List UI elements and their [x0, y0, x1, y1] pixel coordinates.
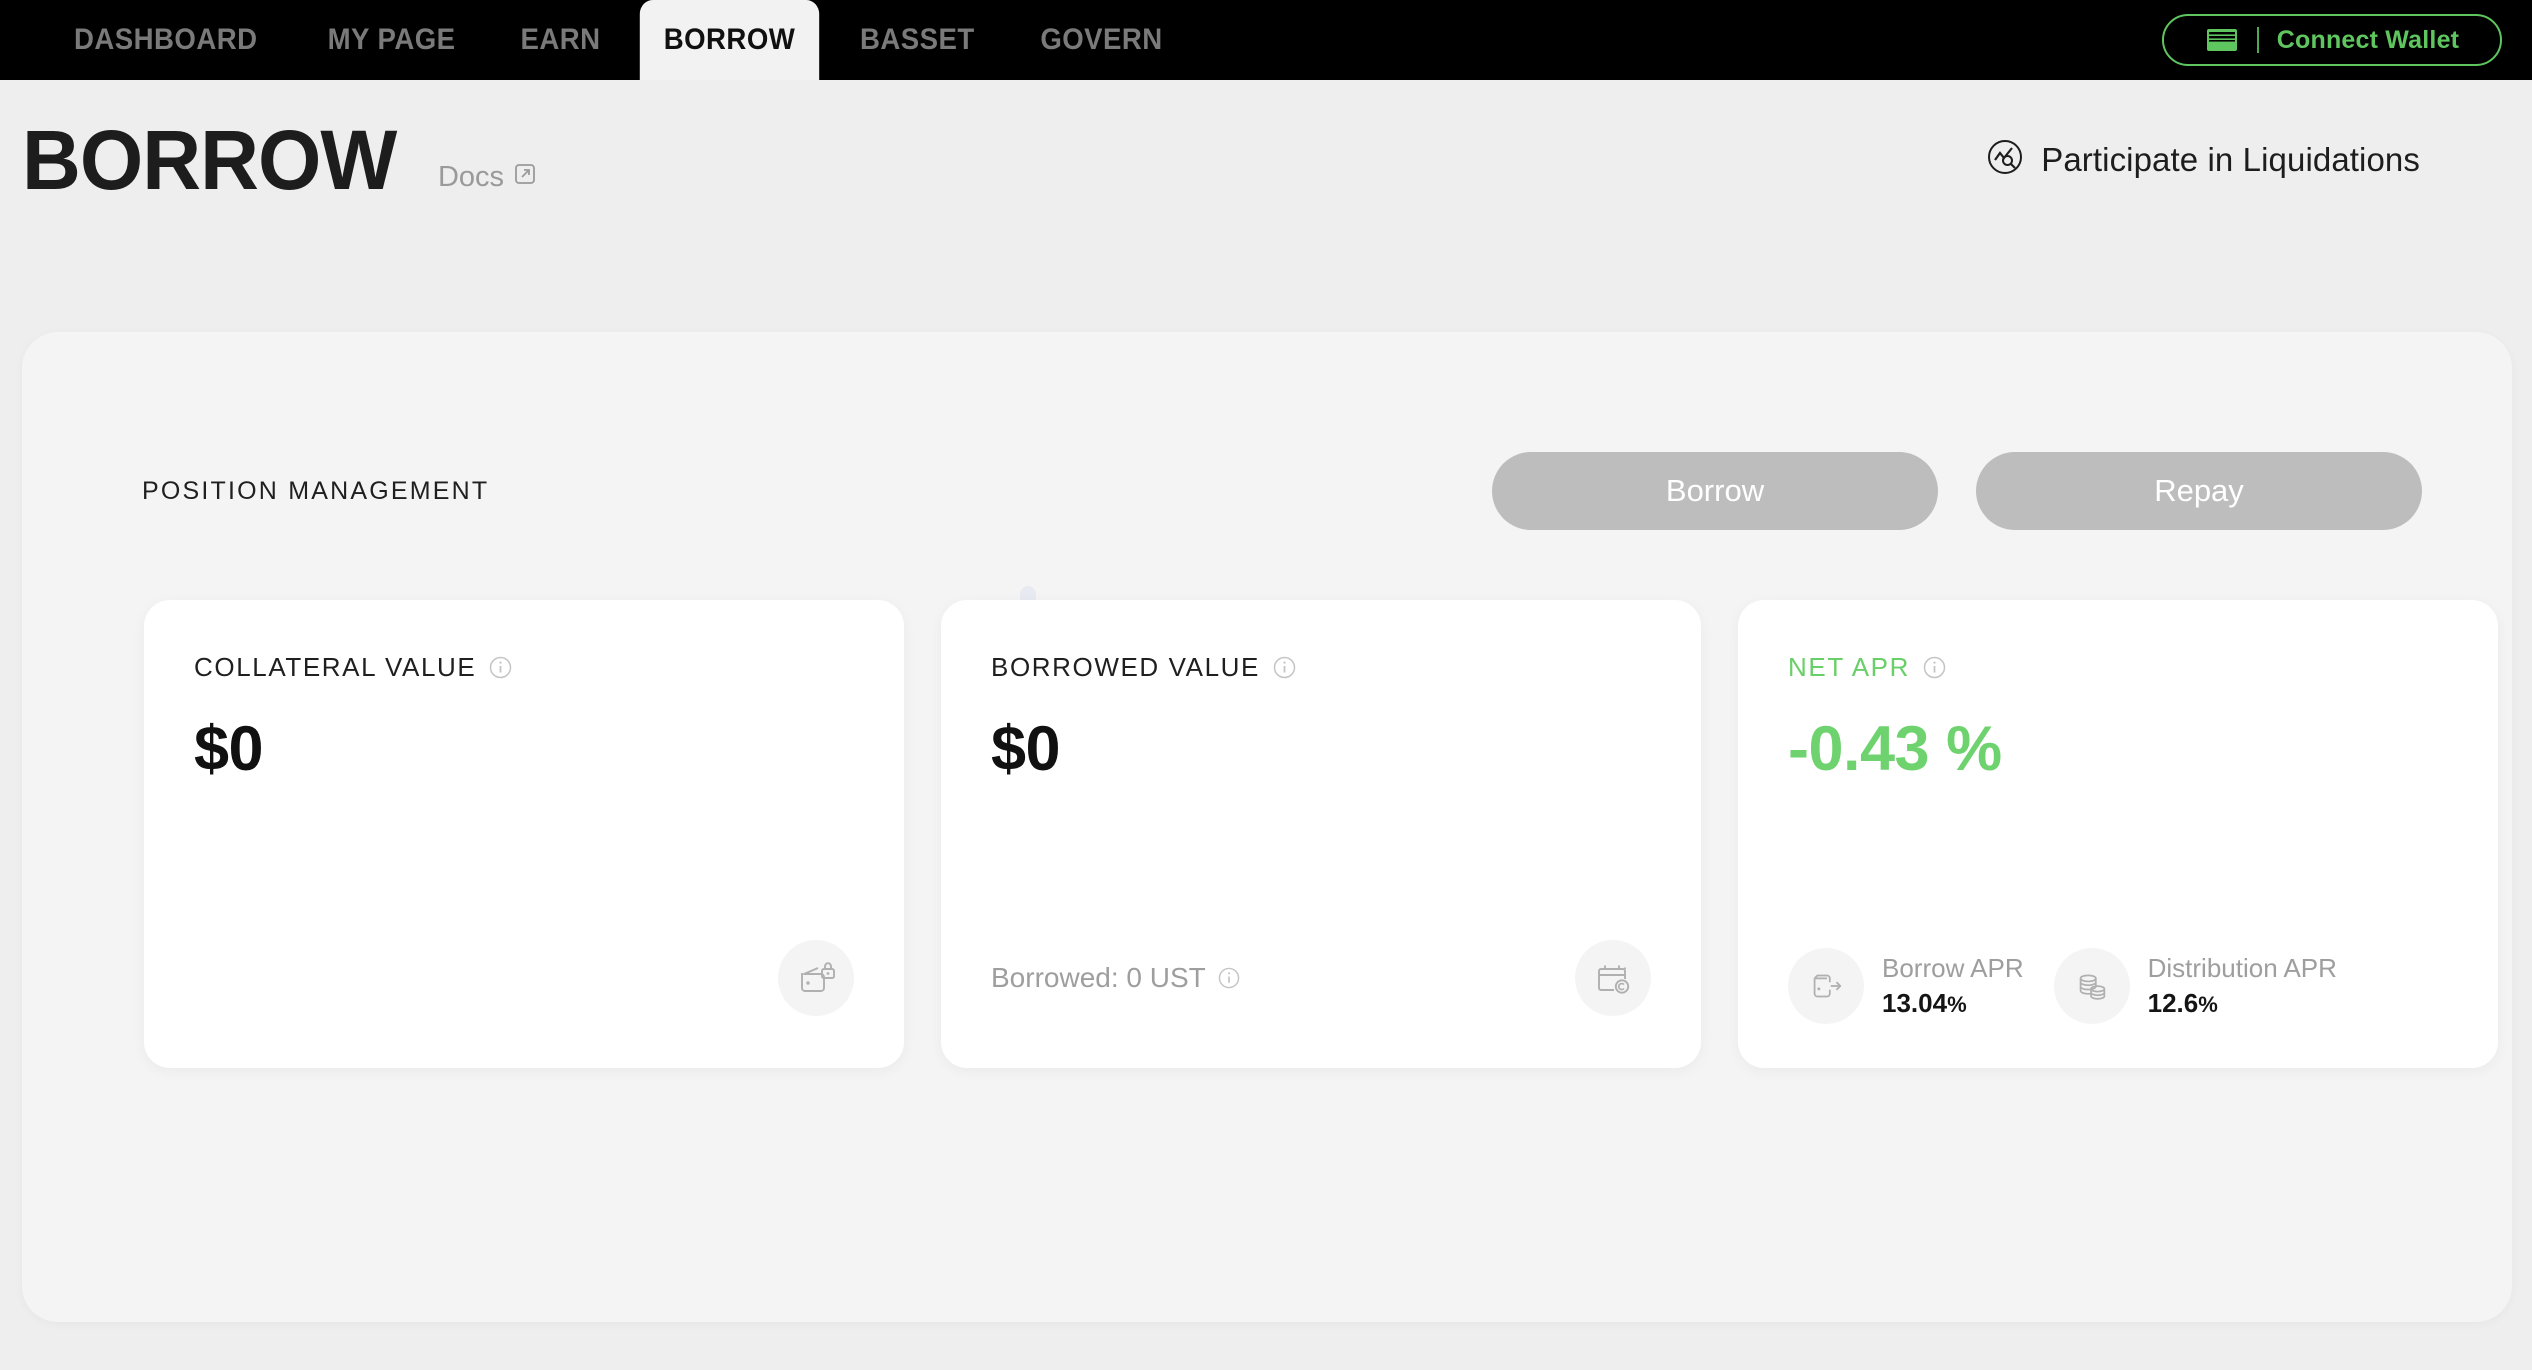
nav-tab-label: EARN — [520, 23, 601, 56]
borrow-button[interactable]: Borrow — [1492, 452, 1938, 530]
page-title-row: BORROW Docs — [22, 118, 537, 202]
borrowed-amount-row: Borrowed: 0 UST — [991, 962, 1240, 994]
collateral-value-card: COLLATERAL VALUE $0 — [144, 600, 904, 1068]
docs-label: Docs — [437, 161, 505, 193]
external-link-icon — [513, 161, 537, 194]
distribution-apr-value: 12.6% — [2148, 988, 2337, 1019]
page-header: BORROW Docs Participate in Liquidations — [0, 110, 2532, 250]
card-label-row: NET APR — [1788, 652, 2448, 683]
calendar-coin-icon — [1575, 940, 1651, 1016]
card-footer — [194, 940, 854, 1016]
card-footer: Borrowed: 0 UST — [991, 940, 1651, 1016]
distribution-apr-name: Distribution APR — [2147, 953, 2337, 983]
net-apr-label: NET APR — [1788, 652, 1910, 682]
action-buttons: Borrow Repay — [1492, 452, 2422, 530]
info-icon[interactable] — [1218, 967, 1240, 989]
borrowed-value-label: BORROWED VALUE — [991, 652, 1260, 682]
nav-tab-label: GOVERN — [1040, 23, 1163, 56]
participate-in-liquidations-link[interactable]: Participate in Liquidations — [1986, 138, 2420, 181]
net-apr-value: -0.43 % — [1788, 714, 2002, 784]
borrow-apr-text: Borrow APR 13.04% — [1882, 953, 2024, 1019]
coin-stack-icon — [2053, 948, 2130, 1024]
card-label-row: BORROWED VALUE — [991, 652, 1651, 683]
wallet-icon — [2205, 27, 2239, 53]
collateral-value-label: COLLATERAL VALUE — [194, 652, 477, 682]
top-navigation-bar: DASHBOARD MY PAGE EARN BORROW bASSET GOV… — [0, 0, 2532, 80]
borrowed-value-card: BORROWED VALUE $0 Borrowed: 0 UST — [941, 600, 1701, 1068]
cards-row: COLLATERAL VALUE $0 BORROWED VALUE $0 Bo… — [144, 600, 2498, 1068]
collateral-value: $0 — [194, 714, 264, 784]
participate-label: Participate in Liquidations — [2041, 140, 2420, 178]
position-management-panel: 律动 BLOCKBEATS POSITION MANAGEMENT Borrow… — [22, 332, 2512, 1322]
nav-tab-govern[interactable]: GOVERN — [1015, 0, 1189, 80]
divider — [2256, 27, 2259, 53]
nav-tab-dashboard[interactable]: DASHBOARD — [48, 0, 283, 80]
nav-tab-basset[interactable]: bASSET — [834, 0, 1000, 80]
nav-tabs: DASHBOARD MY PAGE EARN BORROW bASSET GOV… — [0, 0, 1196, 80]
borrow-apr-number: 13.04 — [1882, 988, 1948, 1018]
connect-wallet-label: Connect Wallet — [2276, 25, 2460, 54]
borrowed-value: $0 — [991, 714, 1061, 784]
borrow-apr-value: 13.04% — [1882, 988, 2024, 1019]
panel-header: POSITION MANAGEMENT Borrow Repay — [142, 452, 2462, 530]
distribution-apr-text: Distribution APR 12.6% — [2148, 953, 2337, 1019]
docs-link[interactable]: Docs — [438, 161, 537, 202]
nav-tab-label: MY PAGE — [327, 23, 456, 56]
wallet-out-icon — [1788, 948, 1864, 1024]
net-apr-card: NET APR -0.43 % Borrow APR 13.04% Distri… — [1738, 600, 2498, 1068]
page-title: BORROW — [22, 113, 397, 207]
distribution-apr-stat: Distribution APR 12.6% — [2053, 948, 2337, 1024]
borrow-apr-name: Borrow APR — [1882, 953, 2024, 983]
info-icon[interactable] — [1923, 656, 1946, 679]
wallet-lock-icon — [778, 940, 854, 1016]
borrowed-amount-text: Borrowed: 0 UST — [991, 962, 1206, 993]
distribution-apr-unit: % — [2198, 992, 2218, 1017]
info-icon[interactable] — [489, 656, 512, 679]
nav-tab-label: DASHBOARD — [73, 23, 258, 56]
borrow-apr-unit: % — [1947, 992, 1967, 1017]
nav-tab-earn[interactable]: EARN — [494, 0, 626, 80]
liquidation-chart-icon — [1986, 138, 2024, 181]
connect-wallet-button[interactable]: Connect Wallet — [2162, 14, 2502, 66]
nav-tab-label: BORROW — [663, 23, 795, 56]
repay-button[interactable]: Repay — [1976, 452, 2422, 530]
info-icon[interactable] — [1273, 656, 1296, 679]
distribution-apr-number: 12.6 — [2147, 988, 2199, 1018]
nav-tab-label: bASSET — [859, 23, 975, 56]
borrow-apr-stat: Borrow APR 13.04% — [1788, 948, 2024, 1024]
nav-tab-borrow[interactable]: BORROW — [639, 0, 819, 80]
card-label-row: COLLATERAL VALUE — [194, 652, 854, 683]
nav-tab-my-page[interactable]: MY PAGE — [301, 0, 480, 80]
section-label: POSITION MANAGEMENT — [142, 476, 490, 505]
apr-stats: Borrow APR 13.04% Distribution APR 12.6% — [1788, 948, 2468, 1024]
